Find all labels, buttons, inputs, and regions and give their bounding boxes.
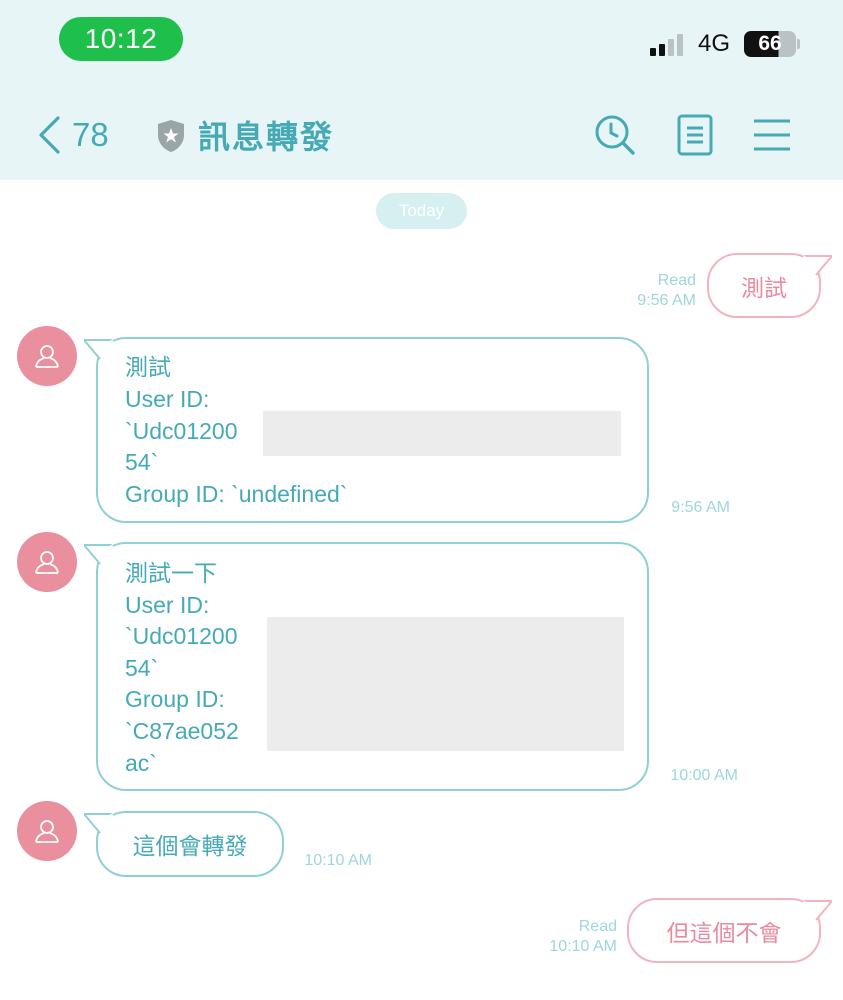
bubble-tail xyxy=(802,900,832,921)
user-icon xyxy=(35,345,59,368)
network-label: 4G xyxy=(698,30,731,57)
chevron-left-icon xyxy=(39,116,60,154)
message-line: 測試一下 xyxy=(125,560,217,586)
message-line: 測試 xyxy=(125,354,171,380)
message-bubble-outgoing[interactable]: 但這個不會 xyxy=(627,898,821,963)
avatar[interactable] xyxy=(17,801,77,861)
notes-icon xyxy=(677,114,713,156)
message-line: User ID: xyxy=(125,592,210,618)
status-time: 10:12 xyxy=(59,17,183,61)
read-status: Read xyxy=(657,272,696,289)
shield-icon xyxy=(158,120,184,152)
message-time: 10:00 AM xyxy=(670,767,738,784)
message-line: `Udc01200 xyxy=(125,418,238,444)
message-line: ac` xyxy=(125,750,157,776)
message-time: 9:56 AM xyxy=(637,292,696,309)
redaction-block xyxy=(263,411,621,456)
user-icon xyxy=(35,551,59,574)
user-icon xyxy=(35,820,59,843)
redaction-block xyxy=(267,617,624,751)
notes-button[interactable] xyxy=(673,113,717,157)
bubble-tail xyxy=(84,813,114,834)
chat-title: 訊息轉發 xyxy=(198,118,335,156)
chat-header: 10:12 4G 66 78 訊息轉發 xyxy=(0,0,843,180)
date-separator: Today xyxy=(376,193,467,229)
message-line: 54` xyxy=(125,449,159,475)
message-line: User ID: xyxy=(125,386,210,412)
battery-tip xyxy=(797,39,800,49)
bubble-tail xyxy=(84,339,114,360)
message-text: 這個會轉發 xyxy=(132,834,248,860)
message-line: Group ID: `undefined` xyxy=(125,481,348,507)
menu-icon xyxy=(754,119,790,151)
message-meta: Read 10:10 AM xyxy=(500,917,617,957)
menu-button[interactable] xyxy=(750,113,794,157)
bubble-tail xyxy=(84,544,114,565)
avatar[interactable] xyxy=(17,326,77,386)
message-line: `Udc01200 xyxy=(125,623,238,649)
message-time: 10:10 AM xyxy=(549,938,617,955)
signal-icon xyxy=(650,32,683,56)
message-line: Group ID: xyxy=(125,686,225,712)
message-meta: Read 9:56 AM xyxy=(580,271,696,311)
message-time: 9:56 AM xyxy=(671,499,730,516)
back-button[interactable]: 78 xyxy=(36,112,126,158)
search-icon xyxy=(595,115,635,155)
message-time: 10:10 AM xyxy=(304,852,372,869)
bubble-tail xyxy=(802,255,832,276)
search-button[interactable] xyxy=(593,113,637,157)
message-line: 54` xyxy=(125,655,159,681)
read-status: Read xyxy=(578,918,617,935)
battery-icon: 66 xyxy=(744,31,796,57)
message-text: 但這個不會 xyxy=(666,920,782,947)
message-line: `C87ae052 xyxy=(125,718,239,744)
unread-count: 78 xyxy=(72,116,109,153)
message-bubble-incoming[interactable]: 這個會轉發 xyxy=(96,811,284,877)
avatar[interactable] xyxy=(17,532,77,592)
